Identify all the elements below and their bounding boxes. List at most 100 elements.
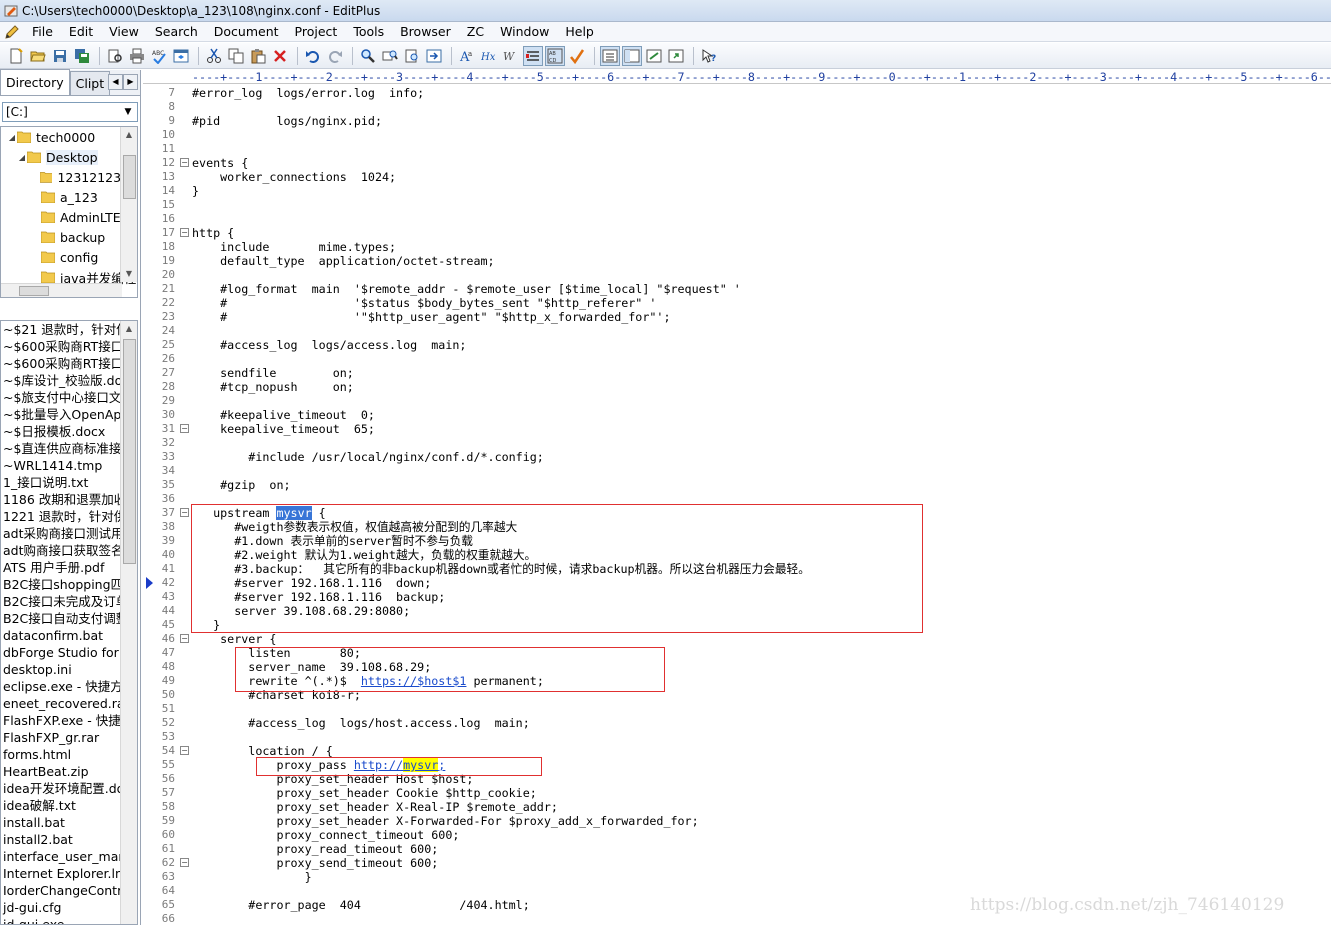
code-line[interactable]: 22 # '$status $body_bytes_sent "$http_re… bbox=[143, 296, 1331, 310]
file-list-item[interactable]: Internet Explorer.lnk bbox=[1, 865, 121, 882]
code-line[interactable]: 24 bbox=[143, 324, 1331, 338]
fold-toggle-icon[interactable]: − bbox=[180, 634, 189, 643]
code-line[interactable]: 48 server_name 39.108.68.29; bbox=[143, 660, 1331, 674]
code-line[interactable]: 29 bbox=[143, 394, 1331, 408]
code-line[interactable]: 41 #3.backup： 其它所有的非backup机器down或者忙的时候，请… bbox=[143, 562, 1331, 576]
save-icon[interactable] bbox=[50, 46, 70, 66]
file-list-item[interactable]: eneet_recovered.rar bbox=[1, 695, 121, 712]
file-list-item[interactable]: ~$批量导入OpenApi接 bbox=[1, 406, 121, 423]
menu-edit[interactable]: Edit bbox=[61, 22, 101, 42]
folder-tree-item[interactable]: ◢ tech0000 bbox=[1, 127, 137, 147]
file-list-item[interactable]: FlashFXP_gr.rar bbox=[1, 729, 121, 746]
menu-project[interactable]: Project bbox=[287, 22, 346, 42]
code-line[interactable]: 13 worker_connections 1024; bbox=[143, 170, 1331, 184]
menu-zc[interactable]: ZC bbox=[459, 22, 492, 42]
folder-tree-item[interactable]: AdminLTE-r bbox=[1, 207, 137, 227]
code-line[interactable]: 23 # '"$http_user_agent" "$http_x_forwar… bbox=[143, 310, 1331, 324]
code-line[interactable]: 43 #server 192.168.1.116 backup; bbox=[143, 590, 1331, 604]
copy-icon[interactable] bbox=[226, 46, 246, 66]
code-line[interactable]: 16 bbox=[143, 212, 1331, 226]
code-line[interactable]: 60 proxy_connect_timeout 600; bbox=[143, 828, 1331, 842]
file-list-item[interactable]: ATS 用户手册.pdf bbox=[1, 559, 121, 576]
print-preview-icon[interactable] bbox=[105, 46, 125, 66]
browser-icon[interactable] bbox=[171, 46, 191, 66]
code-line[interactable]: 58 proxy_set_header X-Real-IP $remote_ad… bbox=[143, 800, 1331, 814]
code-link[interactable]: https://$host$1 bbox=[361, 674, 467, 688]
file-list-item[interactable]: adt购商接口获取签名 bbox=[1, 542, 121, 559]
expand-arrow-icon[interactable]: ◢ bbox=[7, 133, 17, 142]
expand-arrow-icon[interactable]: ◢ bbox=[17, 153, 27, 162]
code-line[interactable]: 40 #2.weight 默认为1.weight越大，负载的权重就越大。 bbox=[143, 548, 1331, 562]
find-in-files-icon[interactable] bbox=[402, 46, 422, 66]
code-link[interactable]: mysvr bbox=[403, 758, 439, 772]
code-line[interactable]: 51 bbox=[143, 702, 1331, 716]
code-line[interactable]: 35 #gzip on; bbox=[143, 478, 1331, 492]
code-line[interactable]: 37− upstream mysvr { bbox=[143, 506, 1331, 520]
code-line[interactable]: 21 #log_format main '$remote_addr - $rem… bbox=[143, 282, 1331, 296]
spellcheck-icon[interactable]: ABC bbox=[149, 46, 169, 66]
code-line[interactable]: 38 #weigth参数表示权值，权值越高被分配到的几率越大 bbox=[143, 520, 1331, 534]
code-line[interactable]: 39 #1.down 表示单前的server暂时不参与负载 bbox=[143, 534, 1331, 548]
fold-toggle-icon[interactable]: − bbox=[180, 746, 189, 755]
code-editor[interactable]: ----+----1----+----2----+----3----+----4… bbox=[143, 70, 1331, 925]
code-line[interactable]: 54− location / { bbox=[143, 744, 1331, 758]
file-list-item[interactable]: ~$旅支付中心接口文档 bbox=[1, 389, 121, 406]
menu-document[interactable]: Document bbox=[206, 22, 287, 42]
hex-icon[interactable]: Hx bbox=[479, 46, 499, 66]
code-link[interactable]: http:// bbox=[354, 758, 403, 772]
file-list-item[interactable]: ~WRL1414.tmp bbox=[1, 457, 121, 474]
code-line[interactable]: 50 #charset koi8-r; bbox=[143, 688, 1331, 702]
file-list-item[interactable]: forms.html bbox=[1, 746, 121, 763]
file-list-item[interactable]: ~$600采购商RT接口 v bbox=[1, 355, 121, 372]
file-list-item[interactable]: eclipse.exe - 快捷方式 bbox=[1, 678, 121, 695]
menu-window[interactable]: Window bbox=[492, 22, 557, 42]
code-line[interactable]: 63 } bbox=[143, 870, 1331, 884]
fold-toggle-icon[interactable]: − bbox=[180, 228, 189, 237]
find-icon[interactable] bbox=[358, 46, 378, 66]
file-list-item[interactable]: FlashFXP.exe - 快捷方 bbox=[1, 712, 121, 729]
file-list-item[interactable]: B2C接口未完成及订单 bbox=[1, 593, 121, 610]
tab-directory[interactable]: Directory bbox=[0, 69, 70, 95]
code-line[interactable]: 7 #error_log logs/error.log info; bbox=[143, 86, 1331, 100]
code-line[interactable]: 57 proxy_set_header Cookie $http_cookie; bbox=[143, 786, 1331, 800]
code-line[interactable]: 36 bbox=[143, 492, 1331, 506]
scrollbar-thumb[interactable] bbox=[19, 286, 49, 296]
code-line[interactable]: 42 #server 192.168.1.116 down; bbox=[143, 576, 1331, 590]
code-line[interactable]: 19 default_type application/octet-stream… bbox=[143, 254, 1331, 268]
code-line[interactable]: 56 proxy_set_header Host $host; bbox=[143, 772, 1331, 786]
file-list-item[interactable]: jd-gui.exe bbox=[1, 916, 121, 924]
scroll-up-icon[interactable]: ▲ bbox=[121, 127, 137, 143]
code-line[interactable]: 14} bbox=[143, 184, 1331, 198]
word-wrap-icon[interactable]: W bbox=[501, 46, 521, 66]
delete-icon[interactable] bbox=[270, 46, 290, 66]
fold-toggle-icon[interactable]: − bbox=[180, 158, 189, 167]
undo-icon[interactable] bbox=[303, 46, 323, 66]
print-icon[interactable] bbox=[127, 46, 147, 66]
file-list-item[interactable]: jd-gui.cfg bbox=[1, 899, 121, 916]
redo-icon[interactable] bbox=[325, 46, 345, 66]
file-list-item[interactable]: dbForge Studio for M bbox=[1, 644, 121, 661]
folder-tree-scrollbar[interactable]: ▲ ▼ bbox=[120, 127, 137, 282]
menu-help[interactable]: Help bbox=[557, 22, 602, 42]
code-link[interactable]: ; bbox=[438, 758, 445, 772]
file-list-scrollbar[interactable]: ▲ bbox=[120, 321, 137, 924]
code-line[interactable]: 27 sendfile on; bbox=[143, 366, 1331, 380]
file-list-item[interactable]: ~$21 退款时，针对供 bbox=[1, 321, 121, 338]
document-icon[interactable] bbox=[4, 24, 20, 40]
ruler-icon[interactable]: AB CD bbox=[545, 45, 565, 66]
fold-toggle-icon[interactable]: − bbox=[180, 858, 189, 867]
code-line[interactable]: 26 bbox=[143, 352, 1331, 366]
line-number-icon[interactable] bbox=[523, 45, 543, 66]
spell-check-on-icon[interactable] bbox=[567, 46, 587, 66]
file-list-item[interactable]: install.bat bbox=[1, 814, 121, 831]
file-list-item[interactable]: ~$600采购商RT接口 v bbox=[1, 338, 121, 355]
code-line[interactable]: 18 include mime.types; bbox=[143, 240, 1331, 254]
file-list-item[interactable]: 1221 退款时，针对供应 bbox=[1, 508, 121, 525]
code-line[interactable]: 15 bbox=[143, 198, 1331, 212]
code-line[interactable]: 44 server 39.108.68.29:8080; bbox=[143, 604, 1331, 618]
code-line[interactable]: 25 #access_log logs/access.log main; bbox=[143, 338, 1331, 352]
fold-toggle-icon[interactable]: − bbox=[180, 424, 189, 433]
code-line[interactable]: 33 #include /usr/local/nginx/conf.d/*.co… bbox=[143, 450, 1331, 464]
code-line[interactable]: 45 } bbox=[143, 618, 1331, 632]
file-list-item[interactable]: install2.bat bbox=[1, 831, 121, 848]
